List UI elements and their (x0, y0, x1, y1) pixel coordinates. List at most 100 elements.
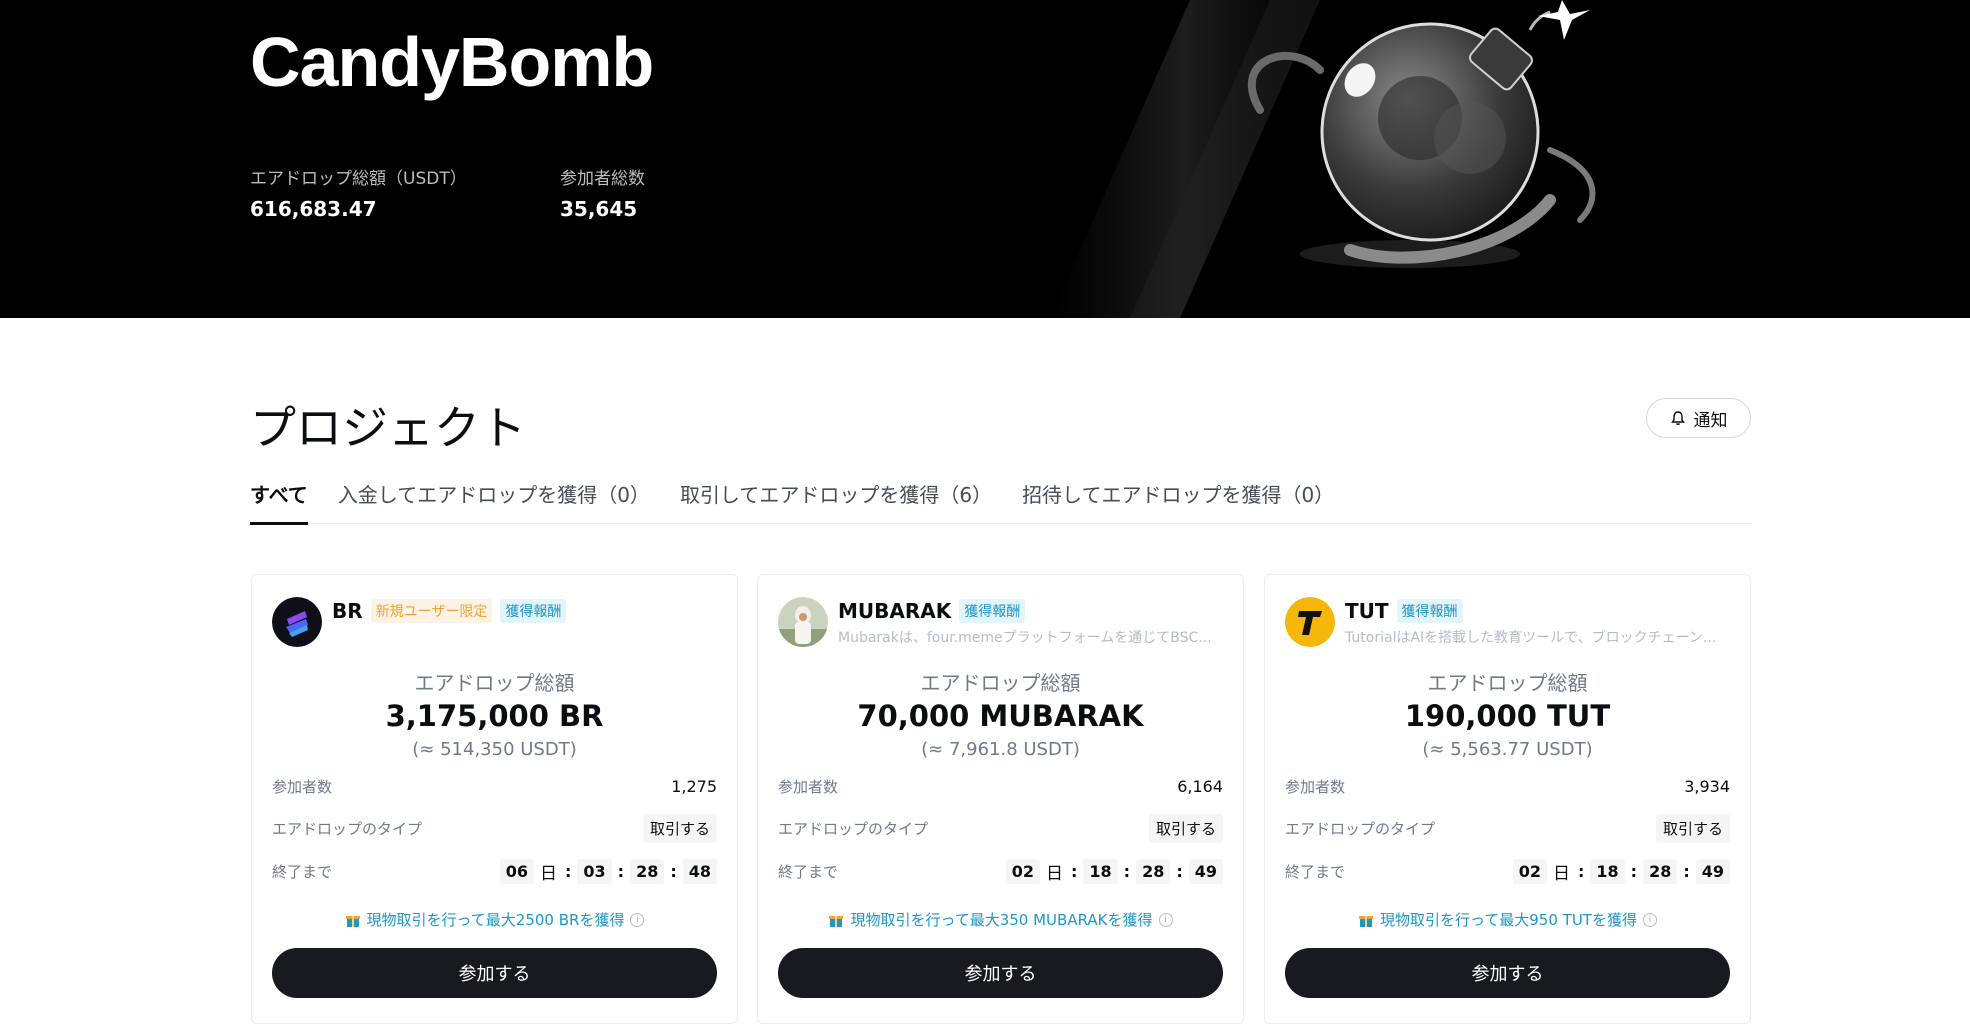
type-label: エアドロップのタイプ (778, 819, 929, 838)
ends-label: 終了まで (778, 862, 839, 881)
stat-label: エアドロップ総額（USDT） (250, 169, 467, 189)
promo-link[interactable]: 現物取引を行って最大2500 BRを獲得 i (252, 909, 737, 930)
gift-icon (345, 915, 360, 927)
stat-value: 35,645 (560, 197, 638, 221)
participants-label: 参加者数 (272, 777, 333, 796)
stat-total-airdrop: エアドロップ総額（USDT） 616,683.47 (250, 164, 467, 221)
total-label: エアドロップ総額 (920, 671, 1081, 695)
promo-text: 現物取引を行って最大950 TUTを獲得 (1380, 911, 1637, 929)
type-chip: 取引する (1148, 813, 1223, 843)
join-button[interactable]: 参加する (272, 948, 717, 998)
card-header: MUBARAK 獲得報酬 (838, 599, 1026, 623)
countdown-seconds: 48 (682, 858, 717, 884)
type-row: エアドロップのタイプ 取引する (1285, 813, 1730, 843)
total-usdt: (≈ 5,563.77 USDT) (1422, 739, 1593, 760)
promo-text: 現物取引を行って最大350 MUBARAKを獲得 (850, 911, 1153, 929)
type-label: エアドロップのタイプ (1285, 819, 1436, 838)
countdown-hours: 18 (1083, 858, 1118, 884)
type-label: エアドロップのタイプ (272, 819, 423, 838)
type-chip: 取引する (642, 813, 717, 843)
total-amount: 190,000 TUT (1404, 699, 1611, 733)
tut-logo (1285, 597, 1335, 647)
bell-icon (1670, 411, 1685, 425)
participants-value: 1,275 (671, 776, 717, 796)
gift-icon (1359, 915, 1374, 927)
countdown-row: 終了まで 02 日 : 18 : 28 : 49 (778, 855, 1223, 887)
countdown-row: 終了まで 02 日 : 18 : 28 : 49 (1285, 855, 1730, 887)
tab-all[interactable]: すべて (250, 478, 308, 525)
participants-row: 参加者数 3,934 (1285, 771, 1730, 801)
join-button[interactable]: 参加する (1285, 948, 1730, 998)
coin-description: TutorialはAIを搭載した教育ツールで、ブロックチェーン... (1345, 630, 1717, 646)
total-usdt: (≈ 7,961.8 USDT) (921, 739, 1080, 760)
info-icon[interactable]: i (1642, 912, 1657, 927)
countdown-minutes: 28 (1643, 858, 1678, 884)
card-header: BR 新規ユーザー限定 獲得報酬 (332, 599, 567, 623)
type-chip: 取引する (1655, 813, 1730, 843)
countdown: 02 日 : 18 : 28 : 49 (1005, 858, 1223, 884)
section-title: プロジェクト (250, 401, 526, 455)
notify-button[interactable]: 通知 (1646, 398, 1751, 438)
card-header: TUT 獲得報酬 (1345, 599, 1463, 623)
project-card-tut: TUT 獲得報酬 TutorialはAIを搭載した教育ツールで、ブロックチェーン… (1264, 574, 1751, 1024)
tab-trade[interactable]: 取引してエアドロップを獲得（6） (680, 478, 992, 524)
tab-deposit[interactable]: 入金してエアドロップを獲得（0） (338, 478, 650, 524)
coin-name: MUBARAK (838, 599, 952, 623)
countdown-seconds: 49 (1188, 858, 1223, 884)
total-amount: 3,175,000 BR (385, 699, 604, 733)
info-icon[interactable]: i (630, 912, 645, 927)
ends-label: 終了まで (272, 862, 333, 881)
countdown-days: 02 (1005, 858, 1040, 884)
stat-value: 616,683.47 (250, 197, 377, 221)
stat-label: 参加者総数 (560, 169, 645, 189)
tab-invite[interactable]: 招待してエアドロップを獲得（0） (1022, 478, 1334, 524)
day-unit: 日 (1552, 863, 1570, 884)
participants-label: 参加者数 (1285, 777, 1346, 796)
countdown-row: 終了まで 06 日 : 03 : 28 : 48 (272, 855, 717, 887)
notify-label: 通知 (1693, 410, 1728, 430)
countdown-minutes: 28 (1136, 858, 1171, 884)
page-title: CandyBomb (250, 23, 654, 101)
type-row: エアドロップのタイプ 取引する (272, 813, 717, 843)
countdown-seconds: 49 (1695, 858, 1730, 884)
ends-label: 終了まで (1285, 862, 1346, 881)
promo-link[interactable]: 現物取引を行って最大950 TUTを獲得 i (1265, 909, 1750, 930)
promo-text: 現物取引を行って最大2500 BRを獲得 (366, 911, 625, 929)
join-button[interactable]: 参加する (778, 948, 1223, 998)
coin-description: Mubarakは、four.memeプラットフォームを通じてBSC... (838, 630, 1212, 646)
countdown-days: 02 (1512, 858, 1547, 884)
participants-label: 参加者数 (778, 777, 839, 796)
reward-badge: 獲得報酬 (959, 599, 1026, 623)
br-logo (272, 597, 322, 647)
total-label: エアドロップ総額 (1427, 671, 1588, 695)
countdown: 06 日 : 03 : 28 : 48 (499, 858, 717, 884)
total-amount: 70,000 MUBARAK (857, 699, 1144, 733)
countdown-hours: 18 (1590, 858, 1625, 884)
stat-total-participants: 参加者総数 35,645 (560, 164, 645, 221)
participants-row: 参加者数 1,275 (272, 771, 717, 801)
coin-name: BR (332, 599, 363, 623)
participants-value: 3,934 (1684, 776, 1730, 796)
total-usdt: (≈ 514,350 USDT) (412, 739, 577, 760)
countdown-days: 06 (499, 858, 534, 884)
project-card-mubarak: MUBARAK 獲得報酬 Mubarakは、four.memeプラットフォームを… (757, 574, 1244, 1024)
total-label: エアドロップ総額 (414, 671, 575, 695)
coin-name: TUT (1345, 599, 1389, 623)
gift-icon (829, 915, 844, 927)
reward-badge: 獲得報酬 (1396, 599, 1463, 623)
info-icon[interactable]: i (1158, 912, 1173, 927)
reward-badge: 獲得報酬 (500, 599, 567, 623)
hero-banner: CandyBomb エアドロップ総額（USDT） 616,683.47 参加者総… (0, 0, 1970, 318)
countdown-hours: 03 (577, 858, 612, 884)
project-card-br: BR 新規ユーザー限定 獲得報酬 エアドロップ総額 3,175,000 BR (… (251, 574, 738, 1024)
promo-link[interactable]: 現物取引を行って最大350 MUBARAKを獲得 i (758, 909, 1243, 930)
filter-tabs: すべて 入金してエアドロップを獲得（0） 取引してエアドロップを獲得（6） 招待… (250, 478, 1751, 525)
type-row: エアドロップのタイプ 取引する (778, 813, 1223, 843)
countdown: 02 日 : 18 : 28 : 49 (1512, 858, 1730, 884)
day-unit: 日 (539, 863, 557, 884)
mubarak-logo (778, 597, 828, 647)
countdown-minutes: 28 (630, 858, 665, 884)
participants-row: 参加者数 6,164 (778, 771, 1223, 801)
new-user-badge: 新規ユーザー限定 (370, 599, 493, 623)
participants-value: 6,164 (1177, 776, 1223, 796)
